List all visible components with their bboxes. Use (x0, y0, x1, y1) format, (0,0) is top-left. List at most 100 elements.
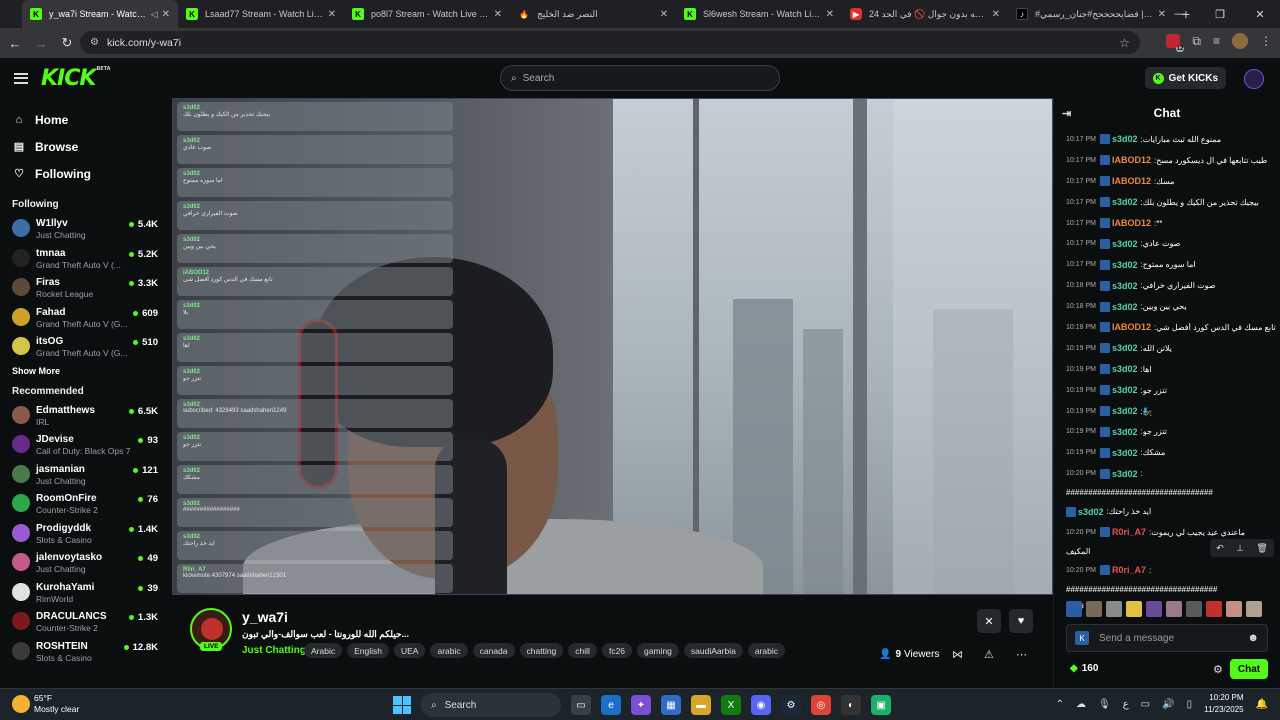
battery-icon[interactable]: ▯ (1187, 699, 1193, 710)
network-icon[interactable]: ▭ (1141, 699, 1150, 710)
delete-icon[interactable]: 🗑 (1256, 543, 1267, 554)
chat-message[interactable]: 10:19 PM s3d02: تتزر جو (1066, 380, 1276, 401)
speaker-icon[interactable]: ◁ (151, 9, 158, 20)
emote-icon[interactable] (1226, 601, 1242, 617)
sidebar-channel[interactable]: DRACULANCS Counter-Strike 2 1.3K (0, 607, 172, 637)
copilot-icon[interactable]: ✦ (631, 695, 651, 715)
profile-avatar[interactable] (1232, 33, 1248, 49)
steam-icon[interactable]: ⚙ (781, 695, 801, 715)
notifications-off-button[interactable]: ✕ (977, 609, 1001, 633)
app-icon[interactable]: ▣ (871, 695, 891, 715)
chat-message[interactable]: 10:20 PM s3d02: (1066, 463, 1276, 484)
sidebar-channel[interactable]: jasmanian Just Chatting 121 (0, 460, 172, 490)
task-view-icon[interactable]: ▭ (571, 695, 591, 715)
message-username[interactable]: IABOD12 (1112, 176, 1151, 186)
message-username[interactable]: s3d02 (1112, 427, 1138, 437)
nav-following[interactable]: ♡ Following (0, 160, 172, 187)
chat-message[interactable]: s3d02: ايد خذ راحتك (1066, 501, 1276, 522)
chat-input[interactable]: K Send a message ☻ (1066, 624, 1268, 652)
menu-dots-icon[interactable]: ⋮ (1260, 34, 1272, 48)
share-icon[interactable]: ⋈ (952, 648, 963, 661)
emote-icon[interactable] (1066, 601, 1082, 617)
chat-message[interactable]: 10:19 PM s3d02: مشكك (1066, 442, 1276, 463)
discord-icon[interactable]: ◉ (751, 695, 771, 715)
search-input[interactable]: ⌕ Search (500, 65, 780, 91)
message-username[interactable]: IABOD12 (1112, 155, 1151, 165)
close-tab-icon[interactable]: ✕ (660, 9, 668, 20)
app-icon[interactable]: ◐ (841, 695, 861, 715)
sidebar-channel[interactable]: KurohaYami RimWorld 39 (0, 578, 172, 608)
puzzle-icon[interactable]: ⧉ (1192, 34, 1201, 49)
emote-icon[interactable] (1106, 601, 1122, 617)
gear-icon[interactable]: ⚙ (1213, 663, 1223, 676)
back-icon[interactable]: ← (2, 36, 28, 51)
volume-icon[interactable]: 🔊 (1162, 699, 1174, 710)
message-username[interactable]: s3d02 (1112, 134, 1138, 144)
notifications-icon[interactable]: 🔔 (1256, 699, 1268, 710)
nav-browse[interactable]: ▤ Browse (0, 133, 172, 160)
reload-icon[interactable]: ↻ (54, 35, 80, 51)
browser-tab[interactable]: Ky_wa7i Stream - Watch Live o ◁ ✕ (22, 0, 178, 28)
message-username[interactable]: R0ri_A7 (1112, 527, 1146, 537)
video-player[interactable]: s3d02 بيجيك تحذير من الكيك و يطلون بلك s3d… (172, 98, 1053, 595)
maximize-icon[interactable]: ❐ (1200, 0, 1240, 28)
mic-icon[interactable]: 🎙 (1098, 699, 1111, 710)
media-controls-icon[interactable]: ≡ (1213, 34, 1220, 48)
browser-tab[interactable]: K Sl6wesh Stream - Watch Live o ✕ (676, 0, 842, 28)
browser-tab[interactable]: ♪#فضايححححح#جنان_رسمي | Tok✕ (1008, 0, 1174, 28)
streamer-name[interactable]: y_wa7i (242, 609, 288, 625)
emote-icon[interactable] (1186, 601, 1202, 617)
message-username[interactable]: s3d02 (1078, 507, 1104, 517)
close-tab-icon[interactable]: ✕ (328, 9, 336, 20)
stream-tag[interactable]: UEA (393, 643, 426, 658)
channel-points[interactable]: ◆ 160 (1070, 663, 1098, 674)
message-username[interactable]: s3d02 (1112, 239, 1138, 249)
sidebar-channel[interactable]: itsOG Grand Theft Auto V (G... 510 (0, 332, 172, 362)
close-window-icon[interactable]: ✕ (1240, 0, 1280, 28)
emote-icon[interactable] (1146, 601, 1162, 617)
language-indicator[interactable]: ع (1123, 699, 1129, 710)
chat-message[interactable]: 10:19 PM s3d02: اها (1066, 359, 1276, 380)
chat-message[interactable]: 10:19 PM s3d02: 🧞 (1066, 401, 1276, 422)
message-username[interactable]: IABOD12 (1112, 218, 1151, 228)
stream-tag[interactable]: saudiAarbia (683, 643, 743, 658)
kick-logo[interactable]: KICKBETA (41, 66, 111, 91)
chat-message[interactable]: 10:17 PM IABOD12: طيب تتابعها في ال ديسكور… (1066, 150, 1276, 171)
message-username[interactable]: IABOD12 (1112, 322, 1151, 332)
sidebar-channel[interactable]: RoomOnFire Counter-Strike 2 76 (0, 489, 172, 519)
emote-icon[interactable] (1126, 601, 1142, 617)
edge-icon[interactable]: e (601, 695, 621, 715)
hamburger-menu-icon[interactable] (14, 72, 28, 84)
close-tab-icon[interactable]: ✕ (826, 9, 834, 20)
close-tab-icon[interactable]: ✕ (494, 9, 502, 20)
stream-tag[interactable]: English (347, 643, 389, 658)
sidebar-channel[interactable]: JDevise Call of Duty: Black Ops 7 93 (0, 430, 172, 460)
sidebar-channel[interactable]: jalenvoytasko Just Chatting 49 (0, 548, 172, 578)
sidebar-channel[interactable]: Fahad Grand Theft Auto V (G... 609 (0, 303, 172, 333)
message-username[interactable]: s3d02 (1112, 343, 1138, 353)
follow-button[interactable]: ♥ (1009, 609, 1033, 633)
user-avatar[interactable] (1244, 69, 1264, 89)
sidebar-channel[interactable]: tmnaa Grand Theft Auto V (... 5.2K (0, 244, 172, 274)
site-info-icon[interactable]: ⚙ (90, 37, 99, 48)
store-icon[interactable]: ▦ (661, 695, 681, 715)
sidebar-channel[interactable]: Edmatthews IRL 6.5K (0, 401, 172, 431)
chrome-icon[interactable]: ◎ (811, 695, 831, 715)
weather-widget[interactable]: 65°F Mostly clear (12, 693, 79, 715)
message-username[interactable]: s3d02 (1112, 260, 1138, 270)
message-username[interactable]: s3d02 (1112, 281, 1138, 291)
browser-tab[interactable]: ▶ 24 ساعه بدون جوال 🚫 في الحد ✕ (842, 0, 1008, 28)
chat-message[interactable]: 10:18 PM IABOD12: تابع مسك في الدس كورد أف… (1066, 317, 1276, 338)
chat-message[interactable]: 10:17 PM s3d02: بيجيك تحذير من الكيك و يطل… (1066, 192, 1276, 213)
message-username[interactable]: s3d02 (1112, 406, 1138, 416)
pin-icon[interactable]: ⊥ (1236, 543, 1244, 554)
clock[interactable]: 10:20 PM 11/23/2025 (1204, 692, 1243, 716)
minimize-icon[interactable]: — (1160, 0, 1200, 28)
browser-tab[interactable]: K Lsaad77 Stream - Watch Live o ✕ (178, 0, 344, 28)
chat-message[interactable]: 10:17 PM s3d02: ممنوع الله ثبث مبارايات (1066, 129, 1276, 150)
emote-icon[interactable] (1246, 601, 1262, 617)
stream-tag[interactable]: gaming (637, 643, 679, 658)
sidebar-channel[interactable]: W1llyv Just Chatting 5.4K (0, 214, 172, 244)
chat-message[interactable]: 10:18 PM s3d02: يحي بين ويين (1066, 296, 1276, 317)
more-icon[interactable]: ⋯ (1016, 648, 1027, 661)
